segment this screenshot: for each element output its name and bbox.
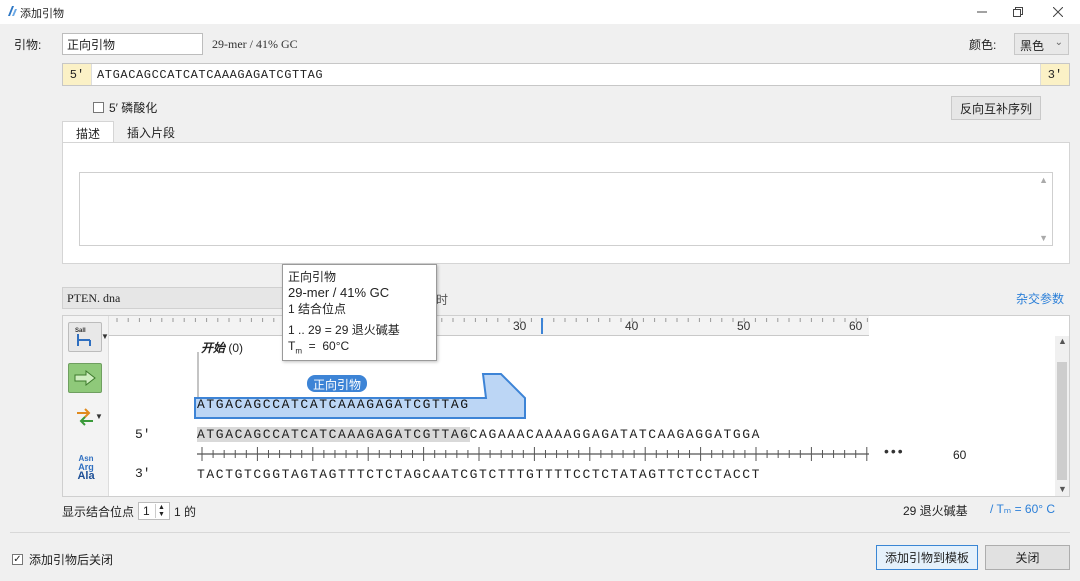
remaining-bases: CAGAAACAAAAGGAGATATCAAGAGGATGGA	[469, 427, 762, 442]
map-toolbar: SalI ▼ ▼ Asn Arg Ala	[63, 316, 109, 496]
add-primer-button[interactable]: 添加引物到模板	[876, 545, 978, 570]
phosphorylate-checkbox[interactable]: 5′ 磷酸化	[93, 99, 157, 116]
close-icon	[1053, 7, 1063, 17]
primer-bar-sequence: ATGACAGCCATCATCAAAGAGATCGTTAG	[197, 397, 470, 412]
scroll-down-icon[interactable]: ▼	[1058, 484, 1067, 494]
primer-name-input[interactable]: 正向引物	[62, 33, 203, 55]
show-sites-suffix: 1 的	[174, 504, 197, 519]
scroll-thumb[interactable]	[1057, 362, 1067, 480]
map-file-name: PTEN. dna	[62, 287, 308, 309]
dropdown-arrow-icon[interactable]: ▼	[95, 412, 103, 421]
description-panel: ▲ ▼	[62, 142, 1070, 264]
scroll-up-icon[interactable]: ▲	[1058, 336, 1067, 346]
close-after-add-checkbox[interactable]: ✓ 添加引物后关闭	[12, 551, 113, 568]
tab-description[interactable]: 描述	[62, 121, 115, 143]
minimize-icon	[977, 11, 987, 13]
show-sites-label: 显示结合位点	[62, 504, 135, 519]
color-value: 黑色	[1020, 39, 1045, 53]
ruler-tick-label: 60	[849, 319, 863, 333]
tooltip-sites: 1 结合位点	[288, 302, 347, 316]
position-ruler: 30 40 50 60	[109, 316, 869, 336]
tm-subscript: m	[295, 346, 303, 356]
top-strand-sequence: ATGACAGCCATCATCAAAGAGATCGTTAGCAGAAACAAAA…	[197, 427, 761, 442]
spinner-value: 1	[143, 504, 150, 518]
bottom-strand-sequence: TACTGTCGGTAGTAGTTTCTCTAGCAATCGTCTTTGTTTT…	[197, 467, 762, 482]
arrow-right-icon	[74, 370, 96, 386]
primer-stats: 29-mer / 41% GC	[212, 37, 298, 51]
tm-info[interactable]: / Tₘ = 60° C	[990, 502, 1055, 516]
minimize-button[interactable]	[962, 0, 1002, 24]
ruler-ticks	[116, 318, 868, 334]
window-title: 添加引物	[20, 8, 64, 20]
ruler-tick-label: 30	[513, 319, 527, 333]
primer-sequence-field[interactable]: 5′ ATGACAGCCATCATCAAAGAGATCGTTAG 3′	[62, 63, 1070, 86]
sequence-continues: •••	[884, 443, 905, 459]
reverse-complement-button[interactable]: 反向互补序列	[951, 96, 1041, 120]
primer-tag[interactable]: 正向引物	[307, 375, 368, 392]
scroll-down-icon[interactable]: ▼	[1039, 233, 1048, 243]
hybridization-params-link[interactable]: 杂交参数	[1016, 290, 1064, 307]
app-icon	[8, 6, 17, 16]
primer-tooltip: 正向引物 29-mer / 41% GC 1 结合位点 1 .. 29 = 29…	[282, 264, 437, 361]
map-file-tail: 时	[436, 293, 449, 307]
restriction-tool-button[interactable]: SalI	[68, 322, 102, 352]
ruler-tick-label: 50	[737, 319, 751, 333]
phosphorylate-label: 5′ 磷酸化	[109, 101, 158, 115]
tooltip-stats: 29-mer / 41% GC	[288, 285, 390, 300]
double-strand-ruler	[197, 447, 869, 461]
svg-text:SalI: SalI	[75, 328, 86, 334]
chevron-down-icon: ⌄	[1054, 37, 1063, 48]
strand-3-label: 3′	[135, 466, 151, 481]
aa-ala: Ala	[77, 470, 95, 482]
checkbox-icon	[93, 102, 104, 113]
start-label: 开始	[201, 341, 226, 355]
five-prime-end: 5′	[63, 64, 92, 85]
three-prime-end: 3′	[1040, 64, 1069, 85]
end-position: 60	[953, 448, 967, 462]
binding-site-spinner[interactable]: 1 ▲ ▼	[138, 502, 171, 520]
translate-tool-button[interactable]: Asn Arg Ala	[69, 454, 103, 490]
primer-sequence: ATGACAGCCATCATCAAAGAGATCGTTAG	[97, 68, 324, 82]
color-select[interactable]: 黑色 ⌄	[1014, 33, 1069, 55]
show-binding-sites: 显示结合位点 1 ▲ ▼ 1 的	[62, 502, 196, 520]
swap-arrows-icon	[77, 408, 93, 426]
title-bar: 添加引物	[0, 0, 1080, 24]
close-window-button[interactable]	[1038, 0, 1078, 24]
tooltip-tm: Tm = 60°C	[288, 338, 431, 359]
dropdown-arrow-icon[interactable]: ▼	[101, 332, 109, 341]
anneal-bases: 29 退火碱基	[903, 504, 968, 518]
close-button[interactable]: 关闭	[985, 545, 1070, 570]
scroll-up-icon[interactable]: ▲	[1039, 175, 1048, 185]
map-scrollbar[interactable]: ▲ ▼	[1055, 336, 1069, 496]
ruler-tick-label: 40	[625, 319, 639, 333]
matched-bases: ATGACAGCCATCATCAAAGAGATCGTTAG	[197, 427, 470, 442]
primer-label: 引物:	[14, 38, 42, 52]
tab-bar: 描述 插入片段	[62, 121, 188, 143]
start-marker: 开始 (0)	[201, 339, 243, 356]
strand-5-label: 5′	[135, 427, 151, 442]
restriction-enzyme-icon: SalI	[75, 328, 91, 346]
tooltip-name: 正向引物	[288, 270, 337, 284]
restore-icon	[1013, 7, 1023, 17]
sequence-map: SalI ▼ ▼ Asn Arg Ala 30 40 50 60 开始 (0)	[62, 315, 1070, 497]
restore-button[interactable]	[998, 0, 1038, 24]
checked-icon: ✓	[12, 553, 23, 565]
next-feature-button[interactable]	[68, 363, 102, 393]
description-textarea[interactable]: ▲ ▼	[79, 172, 1053, 246]
start-position: (0)	[228, 341, 244, 355]
divider	[10, 532, 1070, 533]
tooltip-range: 1 .. 29 = 29 退火碱基	[288, 323, 400, 337]
tab-insert[interactable]: 插入片段	[114, 121, 188, 143]
tm-value: = 60°C	[302, 339, 350, 353]
spinner-arrows-icon[interactable]: ▲ ▼	[155, 504, 167, 518]
color-label: 颜色:	[969, 38, 997, 52]
close-after-label: 添加引物后关闭	[29, 553, 114, 567]
